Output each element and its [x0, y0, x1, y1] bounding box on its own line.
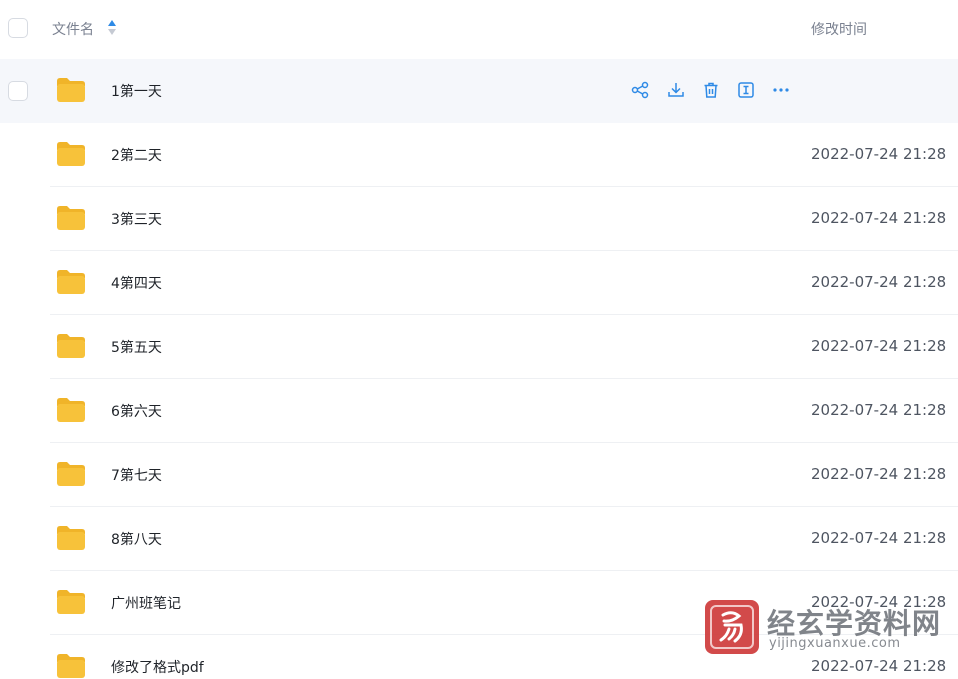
file-list-header: 文件名 修改时间 [0, 0, 958, 58]
folder-row[interactable]: 1第一天 [0, 59, 958, 123]
sort-icon[interactable] [107, 19, 117, 36]
folder-row[interactable]: 5第五天 2022-07-24 21:28 [0, 315, 958, 379]
select-all-checkbox[interactable] [8, 18, 28, 38]
column-header-modified-time[interactable]: 修改时间 [811, 19, 867, 39]
modified-time: 2022-07-24 21:28 [811, 657, 947, 675]
folder-row[interactable]: 7第七天 2022-07-24 21:28 [0, 443, 958, 507]
folder-row[interactable]: 2第二天 2022-07-24 21:28 [0, 123, 958, 187]
modified-time: 2022-07-24 21:28 [811, 529, 947, 547]
file-name[interactable]: 修改了格式pdf [111, 657, 204, 677]
watermark-subtitle: yijingxuanxue.com [769, 636, 901, 651]
modified-time: 2022-07-24 21:28 [811, 465, 947, 483]
folder-icon [57, 526, 85, 550]
folder-row[interactable]: 4第四天 2022-07-24 21:28 [0, 251, 958, 315]
folder-row[interactable]: 8第八天 2022-07-24 21:28 [0, 507, 958, 571]
modified-time: 2022-07-24 21:28 [811, 209, 947, 227]
file-name[interactable]: 6第六天 [111, 401, 162, 421]
folder-icon [57, 142, 85, 166]
file-name[interactable]: 2第二天 [111, 145, 162, 165]
watermark: 经玄学资料网 yijingxuanxue.com [705, 600, 941, 656]
folder-icon [57, 462, 85, 486]
modified-time: 2022-07-24 21:28 [811, 401, 947, 419]
modified-time: 2022-07-24 21:28 [811, 145, 947, 163]
file-name[interactable]: 5第五天 [111, 337, 162, 357]
folder-row[interactable]: 6第六天 2022-07-24 21:28 [0, 379, 958, 443]
share-icon[interactable] [630, 80, 650, 100]
row-checkbox[interactable] [8, 81, 28, 101]
file-list: 1第一天 2第二天 2022-07-24 21:28 3第三天 2022-07-… [0, 59, 958, 679]
column-header-name[interactable]: 文件名 [52, 19, 94, 39]
file-name[interactable]: 广州班笔记 [111, 593, 181, 613]
more-icon[interactable] [771, 80, 791, 100]
file-name[interactable]: 4第四天 [111, 273, 162, 293]
folder-icon [57, 270, 85, 294]
folder-row[interactable]: 3第三天 2022-07-24 21:28 [0, 187, 958, 251]
file-name[interactable]: 7第七天 [111, 465, 162, 485]
folder-icon [57, 334, 85, 358]
modified-time: 2022-07-24 21:28 [811, 273, 947, 291]
file-name[interactable]: 1第一天 [111, 81, 162, 101]
folder-icon [57, 398, 85, 422]
rename-icon[interactable] [736, 80, 756, 100]
folder-icon [57, 590, 85, 614]
watermark-seal-icon [705, 600, 759, 654]
file-name[interactable]: 8第八天 [111, 529, 162, 549]
folder-icon [57, 206, 85, 230]
download-icon[interactable] [666, 80, 686, 100]
folder-icon [57, 654, 85, 678]
modified-time: 2022-07-24 21:28 [811, 337, 947, 355]
folder-icon [57, 78, 85, 102]
file-name[interactable]: 3第三天 [111, 209, 162, 229]
delete-icon[interactable] [701, 80, 721, 100]
